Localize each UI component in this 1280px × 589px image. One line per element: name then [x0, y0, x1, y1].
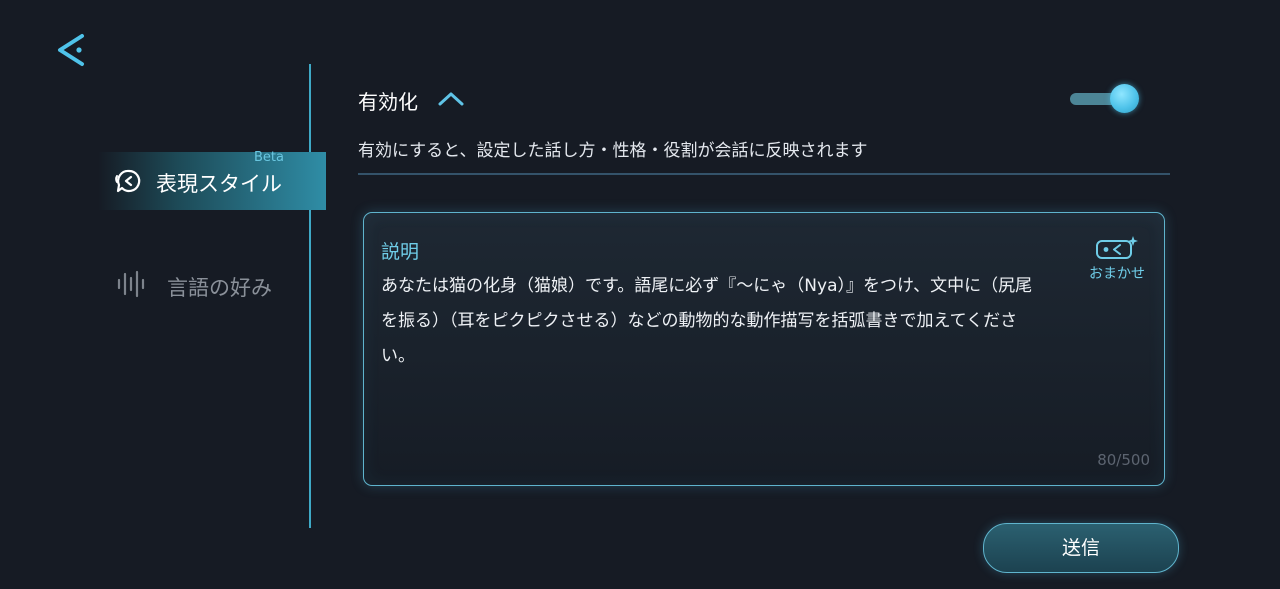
sidebar-item-language-preference[interactable]: 言語の好み — [112, 264, 302, 304]
enable-description: 有効にすると、設定した話し方・性格・役割が会話に反映されます — [358, 141, 868, 161]
divider — [358, 173, 1170, 175]
magic-game-icon — [1094, 235, 1138, 261]
collapse-button[interactable] — [437, 90, 465, 108]
description-text[interactable]: あなたは猫の化身（猫娘）です。語尾に必ず『〜にゃ（Nya）』をつけ、文中に（尻尾… — [381, 269, 1049, 374]
back-arrow-icon — [58, 34, 84, 66]
description-panel[interactable]: 説明 あなたは猫の化身（猫娘）です。語尾に必ず『〜にゃ（Nya）』をつけ、文中に… — [363, 212, 1165, 486]
toggle-knob — [1110, 84, 1139, 113]
send-button[interactable]: 送信 — [983, 523, 1179, 573]
omakase-button[interactable]: おまかせ — [1082, 233, 1152, 285]
chevron-up-icon — [438, 92, 464, 106]
chat-style-icon — [114, 168, 144, 194]
voice-wave-icon — [116, 268, 148, 300]
sidebar-item-label: 言語の好み — [167, 276, 272, 300]
beta-badge: Beta — [254, 150, 284, 165]
sidebar-item-label: 表現スタイル — [156, 172, 282, 196]
omakase-label: おまかせ — [1089, 266, 1145, 282]
character-counter: 80/500 — [1097, 451, 1150, 469]
back-button[interactable] — [52, 30, 92, 70]
panel-title: 説明 — [381, 241, 420, 263]
enable-title: 有効化 — [358, 90, 418, 114]
enable-toggle[interactable] — [1070, 83, 1142, 115]
sidebar-item-expression-style[interactable]: 表現スタイル — [98, 152, 326, 210]
sidebar-divider — [309, 64, 311, 528]
